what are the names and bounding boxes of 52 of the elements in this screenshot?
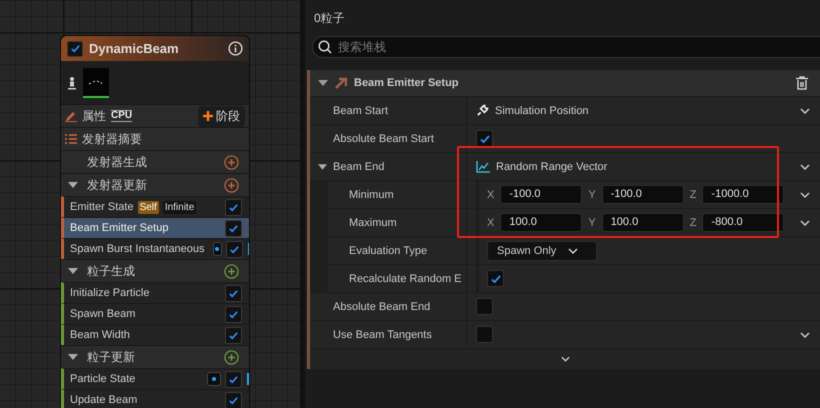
evaluation-dropdown[interactable]: Spawn Only: [487, 240, 597, 260]
number-field[interactable]: -1000.0: [702, 185, 784, 204]
module-label: Update Beam: [70, 394, 138, 406]
module-row[interactable]: Beam Width: [61, 324, 249, 345]
number-field[interactable]: -800.0: [702, 213, 784, 232]
module-label: Initialize Particle: [70, 287, 150, 299]
module-label: Spawn Burst Instantaneous: [70, 243, 205, 255]
add-stage-button[interactable]: 阶段: [198, 106, 245, 126]
module-label: Beam Emitter Setup: [70, 222, 168, 234]
axis-label: Z: [690, 188, 696, 200]
number-field[interactable]: 100.0: [602, 213, 684, 232]
properties-label[interactable]: 属性: [82, 108, 106, 124]
number-field[interactable]: -100.0: [602, 185, 684, 204]
section-header[interactable]: Beam Emitter Setup: [310, 70, 820, 96]
axis-label: Y: [588, 216, 596, 228]
module-row[interactable]: Update Beam: [61, 389, 249, 408]
module-row[interactable]: Emitter State Self Infinite: [61, 196, 249, 217]
module-tag: Self: [138, 200, 159, 214]
property-label: Use Beam Tangents: [333, 328, 432, 340]
input-value[interactable]: Random Range Vector: [496, 160, 608, 172]
property-label: Recalculate Random E: [349, 272, 462, 284]
property-label: Absolute Beam End: [333, 300, 430, 312]
module-label: Emitter State: [70, 201, 134, 213]
axis-label: X: [487, 188, 494, 200]
axis-label: Y: [588, 188, 596, 200]
axis-label: Z: [690, 216, 696, 228]
module-label: Spawn Beam: [70, 308, 136, 320]
particle-count: 0粒子: [313, 10, 346, 26]
property-label: Maximum: [349, 216, 397, 228]
property-label: Beam End: [333, 160, 384, 172]
module-row[interactable]: Beam Emitter Setup: [61, 217, 249, 238]
search-field[interactable]: 搜索堆栈: [312, 36, 820, 58]
axis-label: X: [487, 216, 494, 228]
module-row[interactable]: Initialize Particle: [61, 282, 249, 303]
module-tag: Infinite: [162, 200, 196, 214]
module-label: Particle State: [70, 373, 136, 385]
property-label: Evaluation Type: [349, 244, 428, 256]
sim-target-label: CPU: [111, 110, 132, 122]
property-label: Minimum: [349, 188, 394, 200]
input-value[interactable]: Simulation Position: [495, 104, 589, 116]
number-field[interactable]: -100.0: [500, 185, 582, 204]
module-row[interactable]: Particle State: [61, 368, 249, 389]
module-row[interactable]: Spawn Beam: [61, 303, 249, 324]
module-row[interactable]: Spawn Burst Instantaneous: [61, 238, 249, 259]
number-field[interactable]: 100.0: [500, 213, 582, 232]
stage-title[interactable]: 粒子生成: [87, 262, 135, 280]
property-label: Beam Start: [333, 104, 388, 116]
section-title: Beam Emitter Setup: [354, 77, 459, 89]
stage-title[interactable]: 粒子更新: [87, 348, 135, 366]
module-label: Beam Width: [70, 329, 130, 341]
node-title: DynamicBeam: [89, 41, 179, 56]
property-label: Absolute Beam Start: [333, 132, 434, 144]
